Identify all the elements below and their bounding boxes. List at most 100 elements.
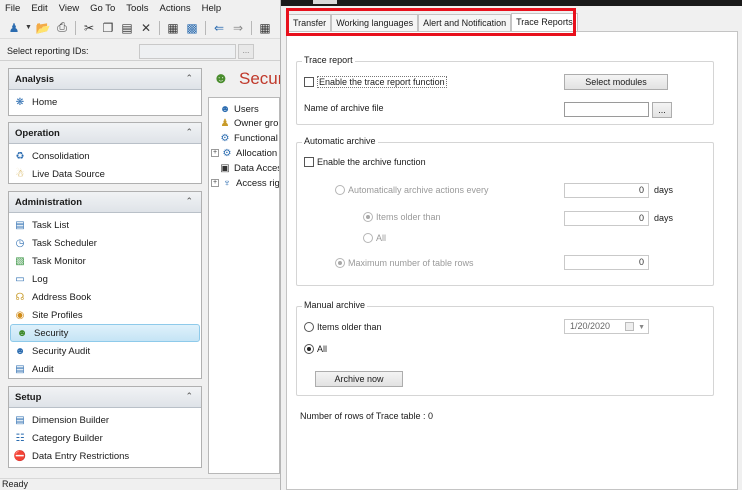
nav-item-security-audit[interactable]: ☻ Security Audit — [9, 342, 201, 360]
menu-file[interactable]: File — [0, 2, 26, 16]
nav-item-label: Consolidation — [32, 150, 90, 162]
collapse-chevron-icon[interactable]: ⌃ — [185, 196, 193, 207]
max-table-rows-input[interactable]: 0 — [564, 255, 649, 270]
nav-item-task-monitor[interactable]: ▧ Task Monitor — [9, 252, 201, 270]
properties-icon[interactable]: ▦ — [165, 20, 181, 36]
tree-item-label: Users — [234, 103, 259, 115]
manual-items-older-radio[interactable]: Items older than — [304, 322, 382, 332]
menu-help[interactable]: Help — [197, 2, 228, 16]
menu-tools[interactable]: Tools — [121, 2, 154, 16]
menu-actions[interactable]: Actions — [154, 2, 196, 16]
nav-section-header[interactable]: Administration ⌃ — [9, 192, 201, 213]
max-table-rows-radio[interactable]: Maximum number of table rows — [335, 258, 474, 268]
delete-icon[interactable]: ✕ — [138, 20, 154, 36]
reporting-ids-row: Select reporting IDs: ... — [0, 41, 280, 61]
archive-now-button[interactable]: Archive now — [315, 371, 403, 387]
status-bar: Ready — [0, 478, 280, 490]
print-icon[interactable]: ⎙ — [54, 20, 70, 36]
menu-goto[interactable]: Go To — [85, 2, 121, 16]
tree-item-access-rights[interactable]: + ♆ Access rights — [211, 176, 279, 190]
menu-view[interactable]: View — [54, 2, 85, 16]
nav-section-header[interactable]: Setup ⌃ — [9, 387, 201, 408]
live-data-source-icon: ☃ — [15, 168, 25, 180]
nav-section-setup: Setup ⌃ ▤ Dimension Builder ☷ Category B… — [8, 386, 202, 468]
nav-item-dimension-builder[interactable]: ▤ Dimension Builder — [9, 411, 201, 429]
owner-groups-icon: ♟ — [220, 117, 230, 129]
data-access-icon: ▣ — [220, 162, 230, 174]
enable-archive-checkbox[interactable]: Enable the archive function — [304, 157, 426, 167]
enable-trace-report-checkbox[interactable]: Enable the trace report function — [304, 76, 447, 88]
nav-item-audit[interactable]: ▤ Audit — [9, 360, 201, 378]
nav-item-log[interactable]: ▭ Log — [9, 270, 201, 288]
site-profiles-icon: ◉ — [15, 309, 25, 321]
category-builder-icon: ☷ — [15, 432, 25, 444]
tree-item-allocation[interactable]: + ⚙ Allocation — [211, 146, 277, 160]
manual-all-radio[interactable]: All — [304, 344, 327, 354]
items-older-than-radio[interactable]: Items older than — [363, 212, 441, 222]
grid-icon[interactable]: ▦ — [257, 20, 273, 36]
nav-item-site-profiles[interactable]: ◉ Site Profiles — [9, 306, 201, 324]
days-unit-label: days — [654, 213, 674, 223]
auto-archive-days-input[interactable]: 0 — [564, 183, 649, 198]
cut-icon[interactable]: ✂ — [81, 20, 97, 36]
dimension-builder-icon: ▤ — [15, 414, 25, 426]
select-modules-button[interactable]: Select modules — [564, 74, 668, 90]
copy-icon[interactable]: ❐ — [100, 20, 116, 36]
navigation-pane: Analysis ⌃ ❋ Home Operation ⌃ ♻ Consolid… — [3, 68, 203, 473]
menubar: File Edit View Go To Tools Actions Help — [0, 2, 280, 16]
nav-item-live-data-source[interactable]: ☃ Live Data Source — [9, 165, 201, 183]
expand-plus-icon[interactable]: + — [211, 149, 219, 157]
nav-item-consolidation[interactable]: ♻ Consolidation — [9, 147, 201, 165]
dropdown-arrow-icon[interactable]: ▼ — [25, 20, 32, 36]
collapse-chevron-icon[interactable]: ⌃ — [185, 391, 193, 402]
tree-item-owner-groups[interactable]: ♟ Owner groups — [219, 116, 279, 130]
new-item-icon[interactable]: ♟ — [6, 20, 22, 36]
import-icon[interactable]: ▩ — [184, 20, 200, 36]
manual-archive-date-picker[interactable]: 1/20/2020 ▼ — [564, 319, 649, 334]
open-folder-icon[interactable]: 📂 — [35, 20, 51, 36]
radio-label: All — [376, 233, 387, 243]
toolbar-separator — [159, 20, 160, 35]
tree-item-label: Functional profiles — [234, 132, 279, 144]
log-icon: ▭ — [15, 273, 25, 285]
collapse-chevron-icon[interactable]: ⌃ — [185, 73, 193, 84]
nav-item-security[interactable]: ☻ Security — [10, 324, 200, 342]
tree-item-users[interactable]: ☻ Users — [219, 102, 259, 116]
automatic-archive-group: Automatic archive Enable the archive fun… — [296, 136, 714, 286]
nav-item-label: Address Book — [32, 291, 92, 303]
archive-file-input[interactable] — [564, 102, 649, 117]
paste-icon[interactable]: ▤ — [119, 20, 135, 36]
archive-file-label: Name of archive file — [304, 103, 384, 113]
auto-archive-every-radio[interactable]: Automatically archive actions every — [335, 185, 489, 195]
archive-file-browse-button[interactable]: ... — [652, 102, 672, 118]
manual-archive-group: Manual archive Items older than 1/20/202… — [296, 300, 714, 396]
nav-item-task-list[interactable]: ▤ Task List — [9, 216, 201, 234]
reporting-ids-browse-button[interactable]: ... — [238, 44, 254, 59]
nav-item-label: Audit — [32, 363, 54, 375]
collapse-chevron-icon[interactable]: ⌃ — [185, 127, 193, 138]
tree-item-data-access[interactable]: ▣ Data Access — [219, 161, 279, 175]
reporting-ids-input[interactable] — [139, 44, 236, 59]
back-arrow-icon[interactable]: ⇐ — [211, 20, 227, 36]
forward-arrow-icon[interactable]: ⇒ — [230, 20, 246, 36]
nav-item-label: Live Data Source — [32, 168, 105, 180]
menu-edit[interactable]: Edit — [26, 2, 53, 16]
nav-item-task-scheduler[interactable]: ◷ Task Scheduler — [9, 234, 201, 252]
nav-item-home[interactable]: ❋ Home — [9, 93, 201, 111]
nav-item-address-book[interactable]: ☊ Address Book — [9, 288, 201, 306]
tree-item-functional-profiles[interactable]: ⚙ Functional profiles — [219, 131, 279, 145]
nav-section-header[interactable]: Operation ⌃ — [9, 123, 201, 144]
tab-highlight-box — [286, 8, 576, 36]
radio-dot — [335, 185, 345, 195]
nav-item-category-builder[interactable]: ☷ Category Builder — [9, 429, 201, 447]
nav-item-label: Dimension Builder — [32, 414, 110, 426]
items-older-days-input[interactable]: 0 — [564, 211, 649, 226]
home-icon: ❋ — [15, 96, 25, 108]
nav-item-label: Log — [32, 273, 48, 285]
nav-item-data-entry-restrictions[interactable]: ⛔ Data Entry Restrictions — [9, 447, 201, 465]
nav-section-header[interactable]: Analysis ⌃ — [9, 69, 201, 90]
expand-plus-icon[interactable]: + — [211, 179, 219, 187]
auto-all-radio[interactable]: All — [363, 233, 386, 243]
calendar-icon[interactable] — [625, 322, 634, 331]
chevron-down-icon[interactable]: ▼ — [638, 321, 645, 334]
